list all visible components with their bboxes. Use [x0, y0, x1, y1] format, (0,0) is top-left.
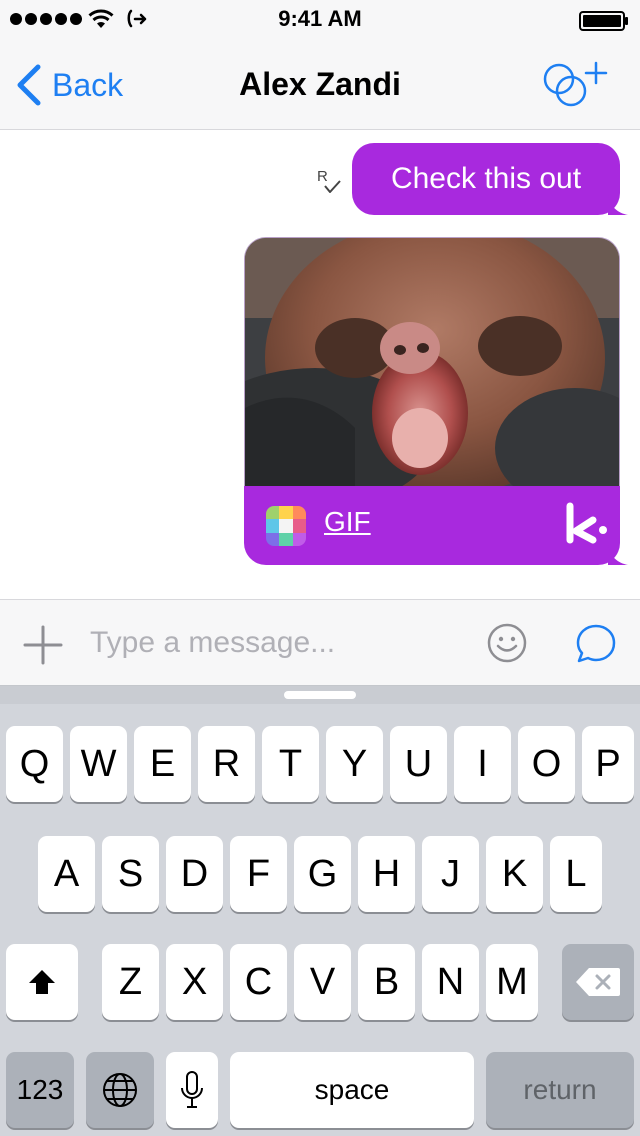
key-i[interactable]: I — [454, 726, 511, 802]
composer-bar — [0, 599, 640, 685]
back-label: Back — [52, 66, 124, 103]
chevron-left-icon — [17, 64, 41, 106]
delete-key[interactable] — [562, 944, 634, 1020]
gif-message-card[interactable]: GIF — [244, 237, 628, 565]
key-z[interactable]: Z — [102, 944, 159, 1020]
key-y[interactable]: Y — [326, 726, 383, 802]
bubble-tail — [608, 195, 628, 215]
key-t[interactable]: T — [262, 726, 319, 802]
sloth-gif-image[interactable] — [244, 237, 620, 487]
shift-arrow-icon — [29, 970, 55, 994]
back-button[interactable]: Back — [14, 62, 123, 108]
key-m[interactable]: M — [486, 944, 538, 1020]
key-g[interactable]: G — [294, 836, 351, 912]
key-u[interactable]: U — [390, 726, 447, 802]
read-receipt-icon: R — [317, 168, 341, 193]
key-a[interactable]: A — [38, 836, 95, 912]
key-k[interactable]: K — [486, 836, 543, 912]
key-e[interactable]: E — [134, 726, 191, 802]
status-time: 9:41 AM — [278, 6, 362, 31]
microphone-icon — [181, 1071, 203, 1108]
key-b[interactable]: B — [358, 944, 415, 1020]
key-f[interactable]: F — [230, 836, 287, 912]
globe-icon — [103, 1073, 137, 1107]
space-key[interactable]: space — [230, 1052, 474, 1128]
key-l[interactable]: L — [550, 836, 602, 912]
key-q[interactable]: Q — [6, 726, 63, 802]
gif-card-footer: GIF — [244, 486, 628, 565]
key-n[interactable]: N — [422, 944, 479, 1020]
gif-link[interactable]: GIF — [324, 506, 371, 538]
key-w[interactable]: W — [70, 726, 127, 802]
message-input[interactable] — [90, 618, 460, 668]
key-o[interactable]: O — [518, 726, 575, 802]
key-c[interactable]: C — [230, 944, 287, 1020]
keyboard: Q W E R T Y U I O P A S D F G H J K L Z … — [0, 685, 640, 1136]
key-r[interactable]: R — [198, 726, 255, 802]
shift-key[interactable] — [6, 944, 78, 1020]
message-bubble[interactable]: Check this out — [352, 143, 628, 215]
gif-app-icon — [266, 506, 306, 546]
key-h[interactable]: H — [358, 836, 415, 912]
plus-icon[interactable] — [22, 624, 64, 666]
key-j[interactable]: J — [422, 836, 479, 912]
key-s[interactable]: S — [102, 836, 159, 912]
key-x[interactable]: X — [166, 944, 223, 1020]
card-tail — [608, 545, 628, 565]
numbers-key[interactable]: 123 — [6, 1052, 74, 1128]
message-list: R Check this out GIF — [0, 131, 640, 599]
add-to-group-icon[interactable] — [540, 60, 610, 110]
smiley-icon[interactable] — [486, 622, 528, 664]
globe-key[interactable] — [86, 1052, 154, 1128]
navigation-bar: Back Alex Zandi — [0, 40, 640, 130]
dictation-key[interactable] — [166, 1052, 218, 1128]
battery-icon — [579, 11, 628, 31]
svg-text:R: R — [317, 168, 328, 185]
keyboard-handle[interactable] — [284, 691, 356, 699]
chat-bubble-icon[interactable] — [574, 622, 618, 666]
message-text: Check this out — [390, 162, 582, 195]
key-p[interactable]: P — [582, 726, 634, 802]
kik-logo-icon — [566, 502, 607, 544]
key-v[interactable]: V — [294, 944, 351, 1020]
backspace-icon — [576, 968, 620, 996]
key-d[interactable]: D — [166, 836, 223, 912]
status-bar: 9:41 AM — [0, 0, 640, 40]
return-key[interactable]: return — [486, 1052, 634, 1128]
